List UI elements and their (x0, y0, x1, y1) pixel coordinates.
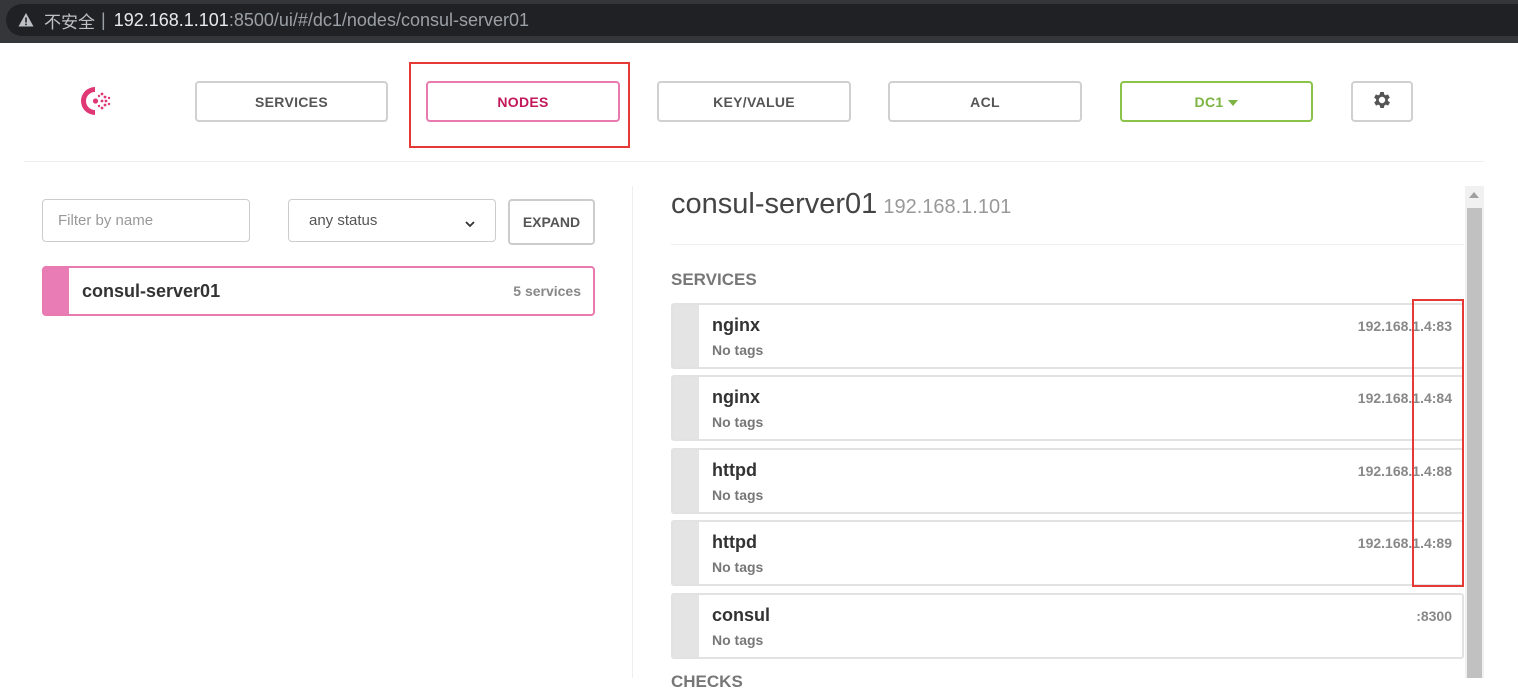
url-host: 192.168.1.101 (113, 9, 229, 30)
service-status-bar (673, 377, 699, 439)
warning-icon[interactable] (18, 12, 34, 28)
scroll-up-arrow-icon[interactable] (1469, 192, 1479, 198)
nav-acl-button[interactable]: ACL (888, 81, 1082, 122)
nav-services-button[interactable]: SERVICES (195, 81, 388, 122)
service-name: nginx (712, 387, 760, 407)
node-detail-name: consul-server01 (671, 188, 878, 220)
service-name: consul (712, 605, 771, 625)
nav-keyvalue-button[interactable]: KEY/VALUE (657, 81, 851, 122)
service-status-bar (673, 450, 699, 512)
service-item[interactable]: httpd No tags 192.168.1.4:89 (671, 520, 1464, 586)
service-name: httpd (712, 460, 757, 480)
datacenter-dropdown[interactable]: DC1 (1120, 81, 1313, 122)
node-detail-title: consul-server01 192.168.1.101 (671, 188, 1011, 221)
node-service-count: 5 services (513, 283, 581, 299)
node-list-item[interactable]: consul-server01 5 services (42, 266, 595, 316)
service-item[interactable]: httpd No tags 192.168.1.4:88 (671, 448, 1464, 514)
status-select[interactable]: any status (288, 199, 496, 242)
service-tags: No tags (712, 342, 764, 358)
browser-address-bar: 不安全 | 192.168.1.101:8500/ui/#/dc1/nodes/… (0, 0, 1518, 43)
service-address: :8300 (1416, 608, 1452, 624)
datacenter-label: DC1 (1194, 93, 1224, 110)
service-tags: No tags (712, 414, 764, 430)
service-tags: No tags (712, 632, 764, 648)
service-tags: No tags (712, 487, 764, 503)
consul-logo-icon[interactable] (80, 84, 118, 118)
header-divider (24, 161, 1484, 162)
status-select-value: any status (309, 212, 378, 229)
service-status-bar (673, 305, 699, 367)
service-item[interactable]: nginx No tags 192.168.1.4:84 (671, 375, 1464, 441)
service-tags: No tags (712, 559, 764, 575)
panel-divider (632, 186, 633, 678)
gear-icon (1371, 89, 1393, 114)
nodes-highlight-box (409, 62, 630, 148)
checks-heading: CHECKS (671, 672, 743, 691)
chevron-down-icon (465, 216, 475, 227)
node-detail-ip: 192.168.1.101 (883, 196, 1012, 218)
url-separator: | (101, 9, 106, 30)
node-name: consul-server01 (82, 281, 221, 301)
scrollbar[interactable] (1465, 186, 1484, 678)
expand-button[interactable]: EXPAND (508, 199, 595, 245)
caret-down-icon (1228, 99, 1239, 106)
service-item[interactable]: consul No tags :8300 (671, 593, 1464, 659)
settings-button[interactable] (1351, 81, 1413, 122)
service-name: nginx (712, 315, 760, 335)
service-status-bar (673, 595, 699, 657)
service-name: httpd (712, 532, 757, 552)
services-heading: SERVICES (671, 270, 757, 289)
service-status-bar (673, 522, 699, 584)
filter-by-name-input[interactable] (42, 199, 250, 242)
scrollbar-thumb[interactable] (1467, 208, 1482, 678)
insecure-label: 不安全 (44, 12, 95, 32)
detail-divider (671, 244, 1464, 245)
node-status-bar (44, 268, 69, 314)
url-path: :8500/ui/#/dc1/nodes/consul-server01 (228, 9, 530, 30)
service-item[interactable]: nginx No tags 192.168.1.4:83 (671, 303, 1464, 369)
url-field[interactable]: 不安全 | 192.168.1.101:8500/ui/#/dc1/nodes/… (6, 4, 1518, 36)
ports-highlight-box (1412, 299, 1464, 587)
